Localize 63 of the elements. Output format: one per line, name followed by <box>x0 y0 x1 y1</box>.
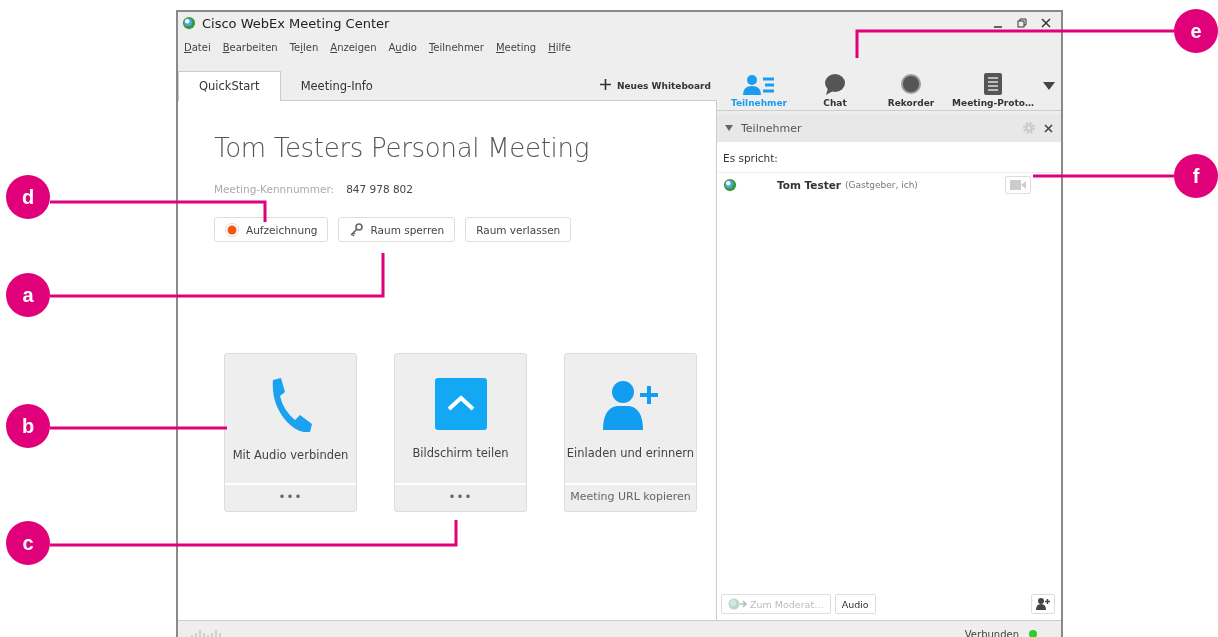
tile-label: Einladen und erinnern <box>566 445 695 462</box>
close-icon[interactable] <box>1044 123 1053 133</box>
add-person-icon <box>602 378 659 430</box>
callout-badge: f <box>1174 154 1218 198</box>
add-person-icon <box>1036 598 1050 610</box>
close-icon[interactable] <box>1041 18 1051 28</box>
callout-badge: d <box>6 175 50 219</box>
action-tile[interactable]: Einladen und erinnern Meeting URL kopieren <box>564 353 697 512</box>
record-icon <box>900 73 922 95</box>
people-list-icon <box>743 75 775 95</box>
menu-item[interactable]: Datei <box>184 41 211 53</box>
menu-item[interactable]: Teilnehmer <box>428 41 484 53</box>
callout-badge: b <box>6 404 50 448</box>
meeting-title: Tom Testers Personal Meeting <box>214 133 590 163</box>
leave-room-button[interactable]: Raum verlassen <box>465 217 572 242</box>
menu-item[interactable]: Meeting <box>495 41 537 53</box>
lock-room-button[interactable]: Raum sperren <box>338 217 456 242</box>
collapse-arrow-icon[interactable] <box>725 124 733 132</box>
menu-item[interactable]: Anzeigen <box>330 41 377 53</box>
cisco-logo-icon <box>190 629 222 637</box>
meeting-number-label: Meeting-Kennnummer: <box>214 183 335 195</box>
action-tile[interactable]: Bildschirm teilen ••• <box>394 353 527 512</box>
globe-icon <box>723 178 737 192</box>
meeting-number: 847 978 802 <box>346 183 413 195</box>
callout-badge: c <box>6 521 50 565</box>
record-button[interactable]: Aufzeichnung <box>214 217 329 242</box>
plus-icon[interactable] <box>599 79 611 90</box>
more-dots[interactable]: ••• <box>278 485 303 511</box>
toolbar-button[interactable]: Rekorder <box>875 73 947 108</box>
globe-logo-icon <box>182 16 196 30</box>
invite-participant-button[interactable] <box>1031 594 1055 614</box>
connection-status: Verbunden <box>964 628 1019 637</box>
toolbar-button[interactable]: Meeting-Proto… <box>951 73 1035 108</box>
callout-badge: e <box>1174 9 1218 53</box>
key-icon <box>349 222 364 237</box>
speaking-label: Es spricht: <box>717 142 1061 173</box>
more-dots[interactable]: ••• <box>448 485 473 511</box>
action-tile[interactable]: Mit Audio verbinden ••• <box>224 353 357 512</box>
menu-item[interactable]: Teilen <box>289 41 319 53</box>
menu-item[interactable]: Audio <box>388 41 417 53</box>
participant-role: (Gastgeber, ich) <box>845 180 918 190</box>
panel-title: Teilnehmer <box>741 121 802 135</box>
callout-badge: a <box>6 273 50 317</box>
menu-item[interactable]: Hilfe <box>548 41 571 53</box>
share-screen-icon <box>434 378 487 430</box>
tab[interactable]: QuickStart <box>178 71 281 101</box>
participant-name: Tom Tester <box>777 179 842 191</box>
globe-arrow-icon <box>728 598 748 610</box>
menu-item[interactable]: Bearbeiten <box>222 41 278 53</box>
dropdown-arrow-icon[interactable] <box>1043 82 1055 90</box>
tab[interactable]: Meeting-Info <box>280 72 393 100</box>
copy-url-link[interactable]: Meeting URL kopieren <box>570 485 691 511</box>
new-whiteboard-button[interactable]: Neues Whiteboard <box>616 81 711 91</box>
notebook-icon <box>983 73 1003 95</box>
toolbar-button[interactable]: Chat <box>799 73 871 108</box>
audio-button[interactable]: Audio <box>834 594 876 614</box>
window-title: Cisco WebEx Meeting Center <box>202 15 390 31</box>
tile-label: Bildschirm teilen <box>411 445 510 462</box>
record-icon <box>225 222 239 237</box>
camera-icon <box>1010 180 1026 190</box>
tile-label: Mit Audio verbinden <box>231 447 350 464</box>
restore-icon[interactable] <box>1017 18 1027 28</box>
chat-bubble-icon <box>824 73 846 95</box>
